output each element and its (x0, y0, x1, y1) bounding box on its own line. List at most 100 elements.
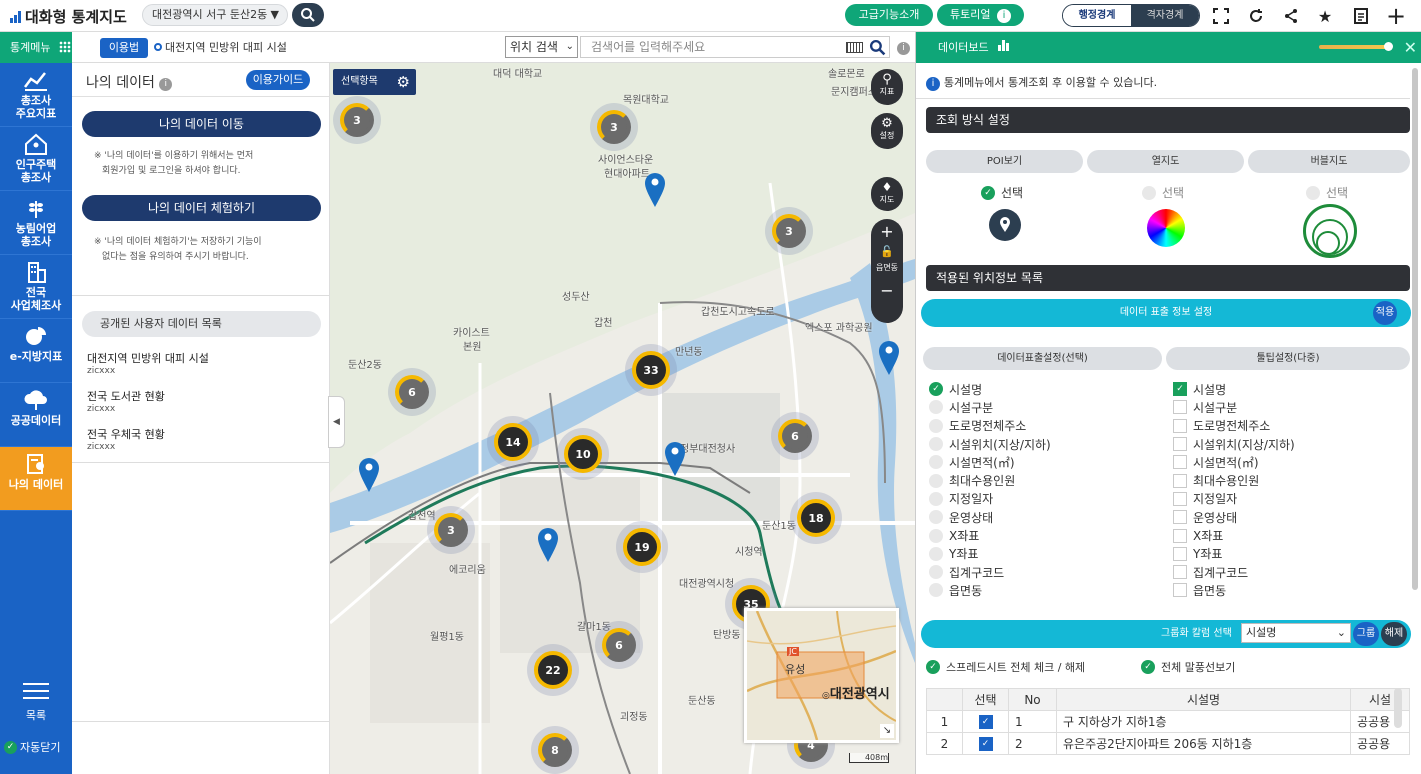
info-icon[interactable]: i (897, 42, 910, 55)
cluster-marker[interactable]: 3 (590, 103, 638, 151)
region-select[interactable]: 대전광역시 서구 둔산2동 ▼ (142, 4, 288, 26)
bubble-radio[interactable]: 선택 (1306, 184, 1348, 201)
report-icon[interactable] (1350, 5, 1372, 27)
display-field-radio[interactable]: 읍면동 (929, 581, 1051, 599)
tab-poi[interactable]: POI보기 (926, 150, 1083, 173)
ungroup-button[interactable]: 해제 (1381, 622, 1407, 646)
cluster-marker[interactable]: 18 (790, 492, 842, 544)
public-data-item[interactable]: 전국 우체국 현황 zicxxx (87, 428, 165, 454)
tooltip-field-checkbox[interactable]: X좌표 (1173, 526, 1295, 544)
tooltip-field-checkbox[interactable]: 시설구분 (1173, 398, 1295, 416)
search-icon[interactable] (869, 39, 886, 59)
show-all-balloon-toggle[interactable]: ✓ 전체 말풍선보기 (1141, 659, 1235, 675)
usage-guide-button[interactable]: 이용가이드 (246, 70, 310, 90)
star-icon[interactable]: ★ (1314, 5, 1336, 27)
collapse-panel-handle[interactable]: ◀ (328, 396, 345, 448)
cluster-marker[interactable]: 19 (616, 521, 668, 573)
sidebar-item-public-data[interactable]: 공공데이터 (0, 383, 72, 447)
table-row[interactable]: 1 ✓ 1 구 지하상가 지하1층 공공용 (926, 710, 1410, 733)
cluster-marker[interactable]: 14 (487, 416, 539, 468)
refresh-icon[interactable] (1245, 5, 1267, 27)
tab-bubble[interactable]: 버블지도 (1248, 150, 1410, 173)
share-icon[interactable] (1280, 5, 1302, 27)
group-button[interactable]: 그룹 (1353, 622, 1379, 646)
move-my-data-button[interactable]: 나의 데이터 이동 (82, 111, 321, 137)
row-checkbox[interactable]: ✓ (962, 732, 1009, 755)
boundary-toggle[interactable]: 행정경계 격자경계 (1062, 4, 1200, 27)
sidebar-item-my-data[interactable]: 나의 데이터 (0, 447, 72, 511)
usage-button[interactable]: 이용법 (100, 38, 148, 58)
apply-button[interactable]: 적용 (1373, 301, 1397, 325)
app-logo[interactable]: 대화형 통계지도 (10, 6, 127, 27)
public-data-item[interactable]: 대전지역 민방위 대피 시설 zicxxx (87, 352, 209, 378)
info-icon[interactable]: i (159, 78, 173, 91)
admin-boundary-tab[interactable]: 행정경계 (1063, 5, 1131, 26)
cluster-marker[interactable]: 3 (427, 506, 475, 554)
keyboard-icon[interactable] (846, 42, 863, 53)
tooltip-field-checkbox[interactable]: 최대수용인원 (1173, 471, 1295, 489)
zoom-out-button[interactable]: − (871, 277, 903, 305)
sidebar-item-agriculture[interactable]: 농림어업 총조사 (0, 191, 72, 255)
table-row[interactable]: 2 ✓ 2 유은주공2단지아파트 206동 지하1층 공공용 (926, 732, 1410, 755)
cluster-marker[interactable]: 10 (557, 428, 609, 480)
display-field-radio[interactable]: 시설위치(지상/지하) (929, 435, 1051, 453)
tooltip-field-checkbox[interactable]: 운영상태 (1173, 508, 1295, 526)
advanced-features-button[interactable]: 고급기능소개 (845, 4, 933, 26)
poi-control[interactable]: ⚲ 지표 (871, 69, 903, 105)
sidebar-item-population-housing[interactable]: 인구주택 총조사 (0, 127, 72, 191)
grid-scrollbar[interactable] (1394, 688, 1402, 728)
display-field-radio[interactable]: 운영상태 (929, 508, 1051, 526)
tooltip-field-checkbox[interactable]: 집계구코드 (1173, 563, 1295, 581)
search-input[interactable]: 검색어를 입력해주세요 (580, 36, 890, 58)
try-my-data-button[interactable]: 나의 데이터 체험하기 (82, 195, 321, 221)
cluster-marker[interactable]: 6 (388, 368, 436, 416)
poi-radio[interactable]: ✓ 선택 (981, 184, 1023, 201)
close-icon[interactable]: ✕ (1404, 32, 1417, 63)
map-view[interactable]: 대덕 대학교 목원대학교 사이언스타운 현대아파트 솔로몬로 문지캠퍼스 성두산 카이스트 본원… (330, 63, 915, 774)
display-field-radio[interactable]: X좌표 (929, 526, 1051, 544)
tooltip-field-checkbox[interactable]: ✓ 시설명 (1173, 380, 1295, 398)
sidebar-item-census-indicators[interactable]: 총조사 주요지표 (0, 63, 72, 127)
sidebar-item-business-survey[interactable]: 전국 사업체조사 (0, 255, 72, 319)
cluster-marker[interactable]: 33 (625, 344, 677, 396)
tooltip-field-checkbox[interactable]: 시설위치(지상/지하) (1173, 435, 1295, 453)
minimap-collapse-icon[interactable]: ↘ (880, 724, 894, 738)
tooltip-field-checkbox[interactable]: 읍면동 (1173, 581, 1295, 599)
display-field-radio[interactable]: 시설면적(㎡) (929, 453, 1051, 471)
cluster-marker[interactable]: 22 (527, 644, 579, 696)
group-column-select[interactable]: 시설명 ⌄ (1241, 623, 1351, 643)
panel-scrollbar[interactable] (1412, 68, 1418, 590)
map-type-control[interactable]: ♦ 지도 (871, 177, 903, 211)
tooltip-field-checkbox[interactable]: 지정일자 (1173, 490, 1295, 508)
grid-header[interactable]: 선택 (962, 688, 1009, 711)
tooltip-field-checkbox[interactable]: Y좌표 (1173, 545, 1295, 563)
plus-icon[interactable]: + (1385, 2, 1407, 30)
region-search-button[interactable] (292, 3, 324, 27)
zoom-in-button[interactable]: + (871, 219, 903, 245)
cluster-marker[interactable]: 8 (531, 726, 579, 774)
settings-control[interactable]: ⚙ 설정 (871, 113, 903, 149)
cluster-marker[interactable]: 3 (765, 207, 813, 255)
display-select-dropdown[interactable]: 데이터표출설정(선택) (923, 347, 1162, 370)
heatmap-radio[interactable]: 선택 (1142, 184, 1184, 201)
grid-header[interactable]: 시설명 (1056, 688, 1351, 711)
check-all-toggle[interactable]: ✓ 스프레드시트 전체 체크 / 해제 (926, 659, 1085, 675)
tooltip-field-checkbox[interactable]: 도로명전체주소 (1173, 417, 1295, 435)
tab-heatmap[interactable]: 열지도 (1087, 150, 1244, 173)
display-field-radio[interactable]: 지정일자 (929, 490, 1051, 508)
minimap[interactable]: JC 유성 ◎대전광역시 ↘ (744, 608, 899, 743)
stats-menu-button[interactable]: 통계메뉴 (0, 32, 72, 63)
expand-icon[interactable] (1210, 5, 1232, 27)
tooltip-select-dropdown[interactable]: 툴팁설정(다중) (1166, 347, 1410, 370)
cluster-marker[interactable]: 6 (595, 621, 643, 669)
tooltip-field-checkbox[interactable]: 시설면적(㎡) (1173, 453, 1295, 471)
lock-icon[interactable]: 🔓 (871, 245, 903, 259)
opacity-slider[interactable] (1319, 42, 1393, 51)
select-items-button[interactable]: 선택항목 ⚙ (333, 69, 416, 95)
display-field-radio[interactable]: Y좌표 (929, 545, 1051, 563)
display-field-radio[interactable]: 최대수용인원 (929, 471, 1051, 489)
display-field-radio[interactable]: ✓ 시설명 (929, 380, 1051, 398)
autoclose-toggle[interactable]: ✓ 자동닫기 (4, 739, 60, 755)
location-search-select[interactable]: 위치 검색 ⌄ (505, 36, 578, 58)
sidebar-item-local-indicators[interactable]: e-지방지표 (0, 319, 72, 383)
